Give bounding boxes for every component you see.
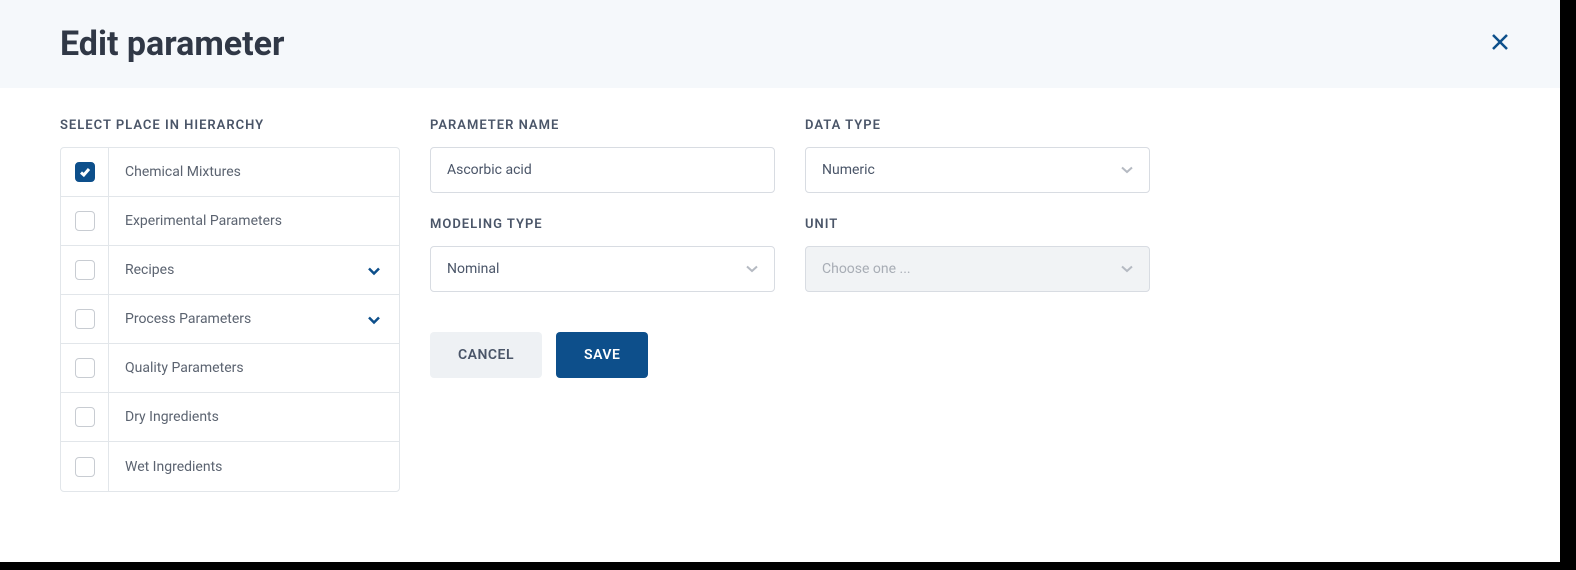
- unit-field: UNIT Choose one ...: [805, 217, 1150, 292]
- hierarchy-item[interactable]: Chemical Mixtures: [61, 148, 399, 197]
- chevron-down-icon: [1121, 162, 1133, 178]
- checkbox[interactable]: [75, 309, 95, 329]
- edit-parameter-dialog: Edit parameter SELECT PLACE IN HIERARCHY…: [0, 0, 1560, 562]
- data-type-select[interactable]: Numeric: [805, 147, 1150, 193]
- unit-select[interactable]: Choose one ...: [805, 246, 1150, 292]
- cancel-button[interactable]: CANCEL: [430, 332, 542, 378]
- checkbox[interactable]: [75, 211, 95, 231]
- checkbox-cell: [61, 148, 109, 196]
- chevron-down-icon: [1121, 261, 1133, 277]
- checkbox-cell: [61, 295, 109, 343]
- hierarchy-item-label: Recipes: [109, 262, 367, 278]
- parameter-name-input[interactable]: [430, 147, 775, 193]
- chevron-down-icon[interactable]: [367, 261, 399, 280]
- hierarchy-item-label: Process Parameters: [109, 311, 367, 327]
- hierarchy-label: SELECT PLACE IN HIERARCHY: [60, 118, 400, 133]
- hierarchy-item-label: Chemical Mixtures: [109, 164, 399, 180]
- checkbox[interactable]: [75, 162, 95, 182]
- hierarchy-item[interactable]: Quality Parameters: [61, 344, 399, 393]
- hierarchy-item-label: Experimental Parameters: [109, 213, 399, 229]
- checkbox[interactable]: [75, 260, 95, 280]
- chevron-down-icon: [746, 261, 758, 277]
- save-button[interactable]: SAVE: [556, 332, 648, 378]
- hierarchy-list: Chemical Mixtures Experimental Parameters…: [60, 147, 400, 492]
- close-icon: [1488, 30, 1512, 54]
- checkbox[interactable]: [75, 407, 95, 427]
- dialog-title: Edit parameter: [60, 24, 284, 64]
- hierarchy-item[interactable]: Experimental Parameters: [61, 197, 399, 246]
- hierarchy-item-label: Wet Ingredients: [109, 459, 399, 475]
- hierarchy-item[interactable]: Recipes: [61, 246, 399, 295]
- checkbox[interactable]: [75, 358, 95, 378]
- checkbox-cell: [61, 246, 109, 294]
- unit-placeholder: Choose one ...: [822, 261, 911, 277]
- modeling-type-value: Nominal: [447, 261, 499, 277]
- modeling-type-field: MODELING TYPE Nominal: [430, 217, 775, 292]
- hierarchy-item[interactable]: Dry Ingredients: [61, 393, 399, 442]
- modeling-type-select[interactable]: Nominal: [430, 246, 775, 292]
- checkbox-cell: [61, 344, 109, 392]
- dialog-content: SELECT PLACE IN HIERARCHY Chemical Mixtu…: [0, 88, 1560, 522]
- parameter-name-label: PARAMETER NAME: [430, 118, 775, 133]
- checkbox-cell: [61, 197, 109, 245]
- checkbox-cell: [61, 393, 109, 441]
- checkbox-cell: [61, 442, 109, 491]
- chevron-down-icon[interactable]: [367, 310, 399, 329]
- dialog-header: Edit parameter: [0, 0, 1560, 88]
- close-button[interactable]: [1480, 26, 1520, 63]
- hierarchy-panel: SELECT PLACE IN HIERARCHY Chemical Mixtu…: [60, 118, 400, 492]
- data-type-field: DATA TYPE Numeric: [805, 118, 1150, 193]
- hierarchy-item-label: Dry Ingredients: [109, 409, 399, 425]
- button-row: CANCEL SAVE: [430, 332, 1500, 378]
- hierarchy-item[interactable]: Process Parameters: [61, 295, 399, 344]
- checkbox[interactable]: [75, 457, 95, 477]
- data-type-label: DATA TYPE: [805, 118, 1150, 133]
- parameter-name-field: PARAMETER NAME: [430, 118, 775, 193]
- form-panel: PARAMETER NAME DATA TYPE Numeric MODELIN…: [430, 118, 1500, 492]
- hierarchy-item-label: Quality Parameters: [109, 360, 399, 376]
- unit-label: UNIT: [805, 217, 1150, 232]
- data-type-value: Numeric: [822, 162, 875, 178]
- modeling-type-label: MODELING TYPE: [430, 217, 775, 232]
- hierarchy-item[interactable]: Wet Ingredients: [61, 442, 399, 491]
